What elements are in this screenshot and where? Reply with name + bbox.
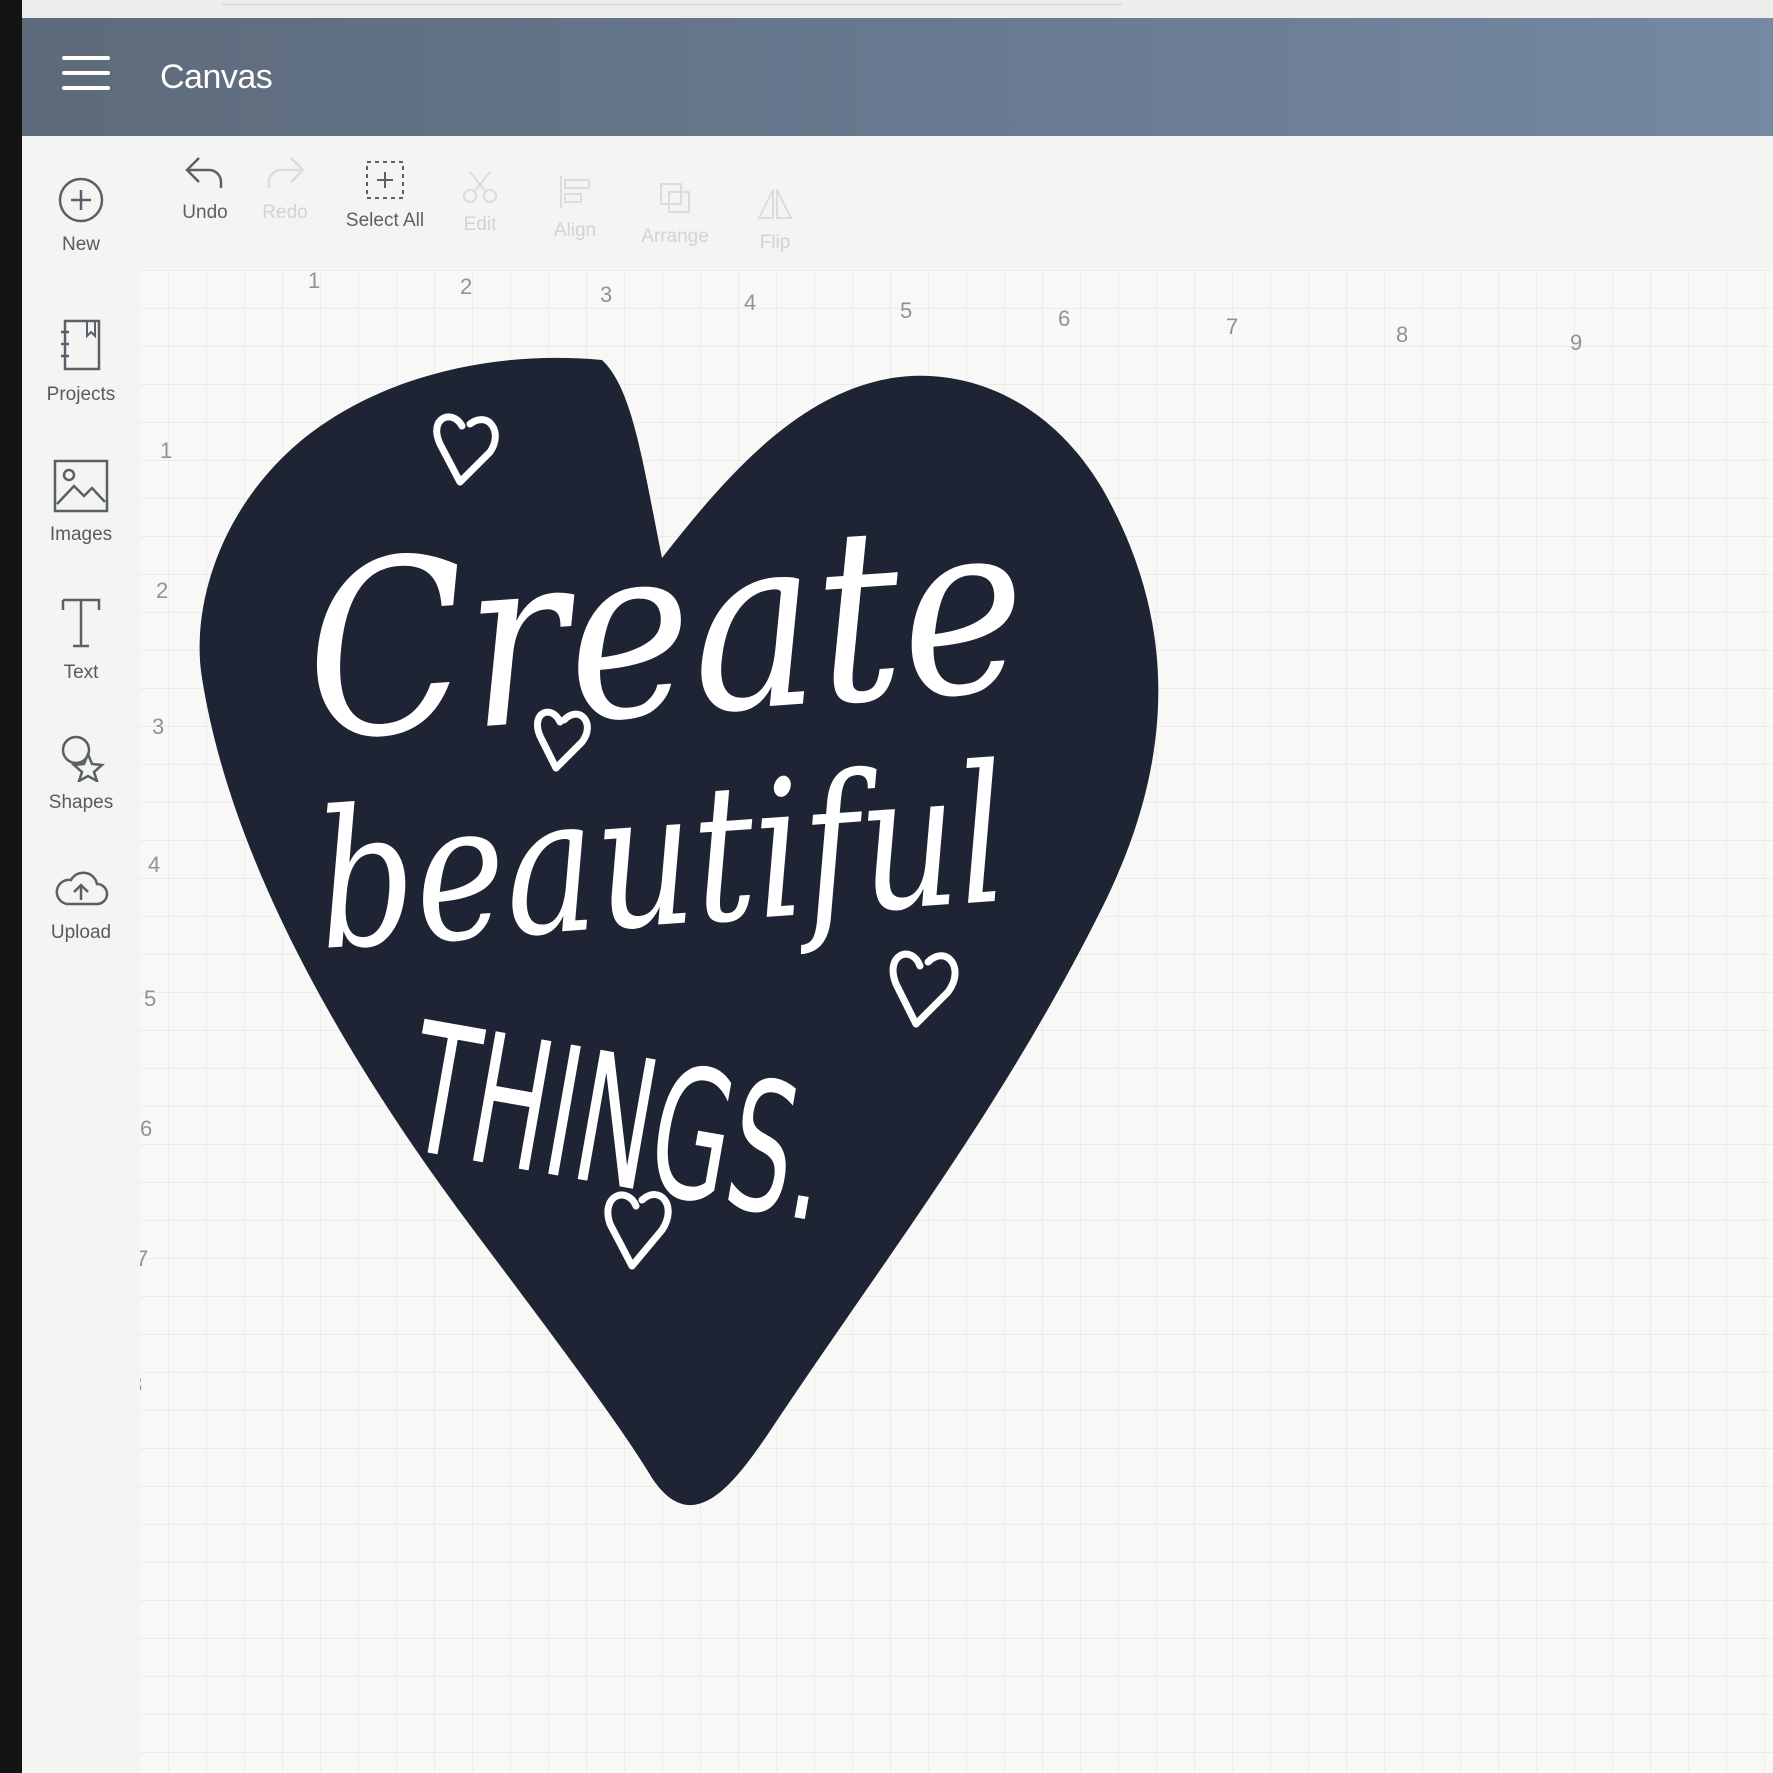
- ruler-tick: 7: [140, 1246, 149, 1271]
- hamburger-menu-icon[interactable]: [62, 56, 110, 96]
- ruler-tick: 6: [140, 1116, 153, 1141]
- ruler-tick: 5: [900, 298, 913, 323]
- ruler-tick: 9: [1570, 330, 1583, 355]
- sidebar-item-text[interactable]: Text: [22, 596, 140, 684]
- flip-icon: [757, 189, 793, 219]
- flip-button[interactable]: Flip: [730, 184, 820, 254]
- redo-button[interactable]: Redo: [250, 150, 320, 224]
- monitor-bezel: [0, 0, 22, 1773]
- scissors-icon: [463, 171, 497, 203]
- ruler-tick: 2: [156, 578, 169, 603]
- ruler-tick: 6: [1058, 306, 1071, 331]
- design-app-window: Canvas New Projects Images Text Shapes U…: [22, 18, 1773, 1773]
- arrange-icon: [660, 183, 690, 213]
- undo-button[interactable]: Undo: [170, 150, 240, 224]
- text-t-icon: [61, 598, 101, 648]
- redo-arrow-icon: [267, 157, 305, 188]
- sidebar-item-images[interactable]: Images: [22, 458, 140, 546]
- arrange-button[interactable]: Arrange: [620, 178, 730, 248]
- undo-arrow-icon: [185, 157, 223, 188]
- select-all-icon: [366, 161, 404, 199]
- ruler-tick: 8: [1396, 322, 1409, 347]
- align-button[interactable]: Align: [530, 172, 620, 242]
- sidebar-item-label: Images: [49, 524, 113, 545]
- app-title: Canvas: [160, 58, 273, 96]
- left-sidebar: New Projects Images Text Shapes Upload: [22, 136, 141, 1773]
- sidebar-item-new[interactable]: New: [22, 176, 140, 256]
- ruler-tick: 4: [744, 290, 757, 315]
- sidebar-item-label: Upload: [50, 922, 112, 943]
- ruler-tick: 5: [144, 986, 157, 1011]
- ruler-tick: 7: [1226, 314, 1239, 339]
- ruler-tick: 1: [308, 268, 321, 293]
- sidebar-item-upload[interactable]: Upload: [22, 864, 140, 944]
- app-header: Canvas: [22, 18, 1773, 136]
- plus-circle-icon: [58, 177, 104, 223]
- ruler-tick: 1: [160, 438, 173, 463]
- ruler-tick: 2: [460, 274, 473, 299]
- sidebar-item-label: Shapes: [48, 792, 114, 813]
- sidebar-item-projects[interactable]: Projects: [22, 318, 140, 406]
- sidebar-item-label: Projects: [46, 384, 116, 405]
- sidebar-item-label: New: [61, 234, 100, 255]
- select-all-button[interactable]: Select All: [320, 158, 450, 232]
- browser-edge: [22, 0, 1773, 18]
- toolbar: Undo Redo Select All Edit Align Arrange …: [140, 136, 1773, 286]
- cloud-upload-icon: [55, 871, 109, 906]
- shapes-icon: [61, 735, 105, 782]
- edit-button[interactable]: Edit: [440, 166, 520, 236]
- heart-artwork[interactable]: Create beautiful THINGS.: [172, 348, 1272, 1678]
- ruler-tick: 4: [148, 852, 161, 877]
- notebook-icon: [61, 319, 101, 371]
- ruler-tick: 8: [140, 1372, 142, 1398]
- ruler-tick: 3: [600, 282, 613, 307]
- ruler-tick: 3: [152, 714, 165, 739]
- align-icon: [560, 176, 590, 208]
- sidebar-item-label: Text: [63, 662, 99, 683]
- image-icon: [53, 459, 109, 513]
- sidebar-item-shapes[interactable]: Shapes: [22, 732, 140, 814]
